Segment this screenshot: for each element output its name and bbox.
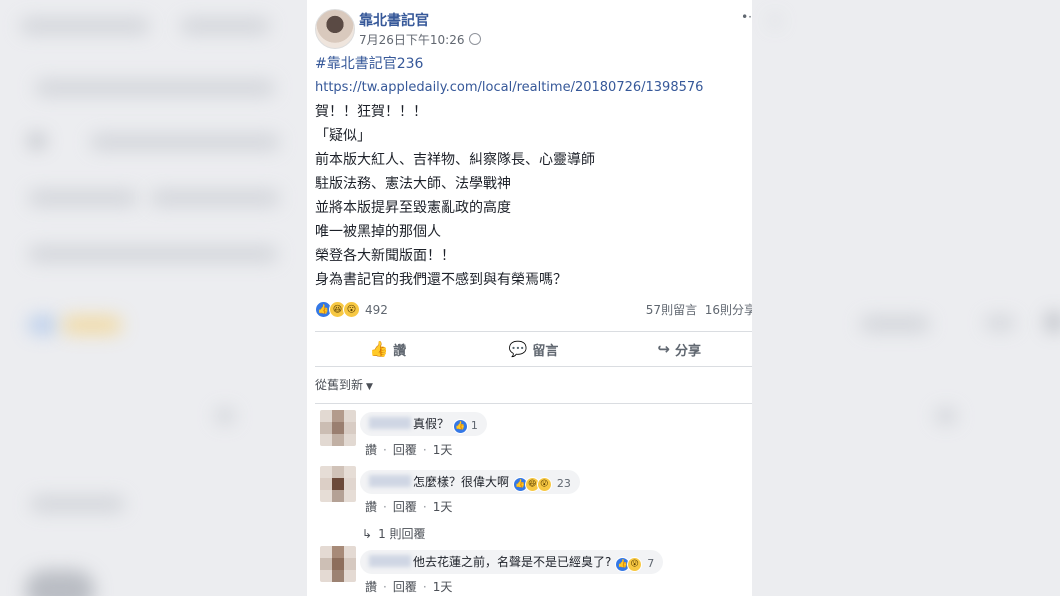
- thumbs-up-icon: 👍: [369, 340, 389, 358]
- wow-reaction-icon: 😮: [343, 301, 360, 318]
- comment-like-link[interactable]: 讚: [365, 500, 377, 514]
- comment-bubble: 真假？ 👍 1: [360, 412, 487, 436]
- comment-age[interactable]: 1天: [433, 443, 453, 457]
- comment-reply-link[interactable]: 回覆: [393, 500, 417, 514]
- comment-text: 真假？: [413, 417, 450, 431]
- speech-bubble-icon: 💬: [508, 340, 528, 358]
- comment-age[interactable]: 1天: [433, 500, 453, 514]
- view-replies-link[interactable]: ↳ 1 則回覆: [362, 525, 426, 542]
- comment-reply-link[interactable]: 回覆: [393, 580, 417, 594]
- blurred-commenter-name[interactable]: [369, 475, 411, 487]
- comment-reply-link[interactable]: 回覆: [393, 443, 417, 457]
- post-time-text[interactable]: 7月26日下午10:26: [359, 33, 465, 47]
- wow-reaction-icon: 😮: [627, 556, 643, 572]
- comment-meta: 讚 · 回覆 · 1天: [365, 443, 453, 457]
- post-link[interactable]: https://tw.appledaily.com/local/realtime…: [315, 76, 744, 100]
- comment-sort-dropdown[interactable]: 從舊到新 ▼: [315, 376, 373, 393]
- post-line: 前本版大紅人、吉祥物、糾察隊長、心靈導師: [315, 152, 595, 168]
- comment-count[interactable]: 57則留言: [646, 303, 697, 317]
- comment-bubble: 怎麼樣？很偉大啊 👍 😆 😮 23: [360, 470, 580, 494]
- commenter-avatar[interactable]: [320, 410, 356, 446]
- comment-bubble: 他去花蓮之前，名聲是不是已經臭了? 👍 😮 7: [360, 550, 664, 576]
- blurred-commenter-name[interactable]: [369, 417, 411, 429]
- share-label: 分享: [674, 343, 701, 359]
- share-arrow-icon: ↪: [657, 340, 670, 358]
- comment-button[interactable]: 💬 留言: [461, 332, 607, 366]
- post-line: 並將本版提昇至毀憲亂政的高度: [315, 200, 511, 216]
- wow-reaction-icon: 😮: [536, 476, 552, 492]
- post-card: 靠北書記官 7月26日下午10:26 •· #靠北書記官236 https://…: [307, 0, 752, 596]
- divider: [315, 403, 752, 404]
- share-count[interactable]: 16則分享: [705, 303, 752, 317]
- post-stats: 👍 😆 😮 492 57則留言 16則分享: [307, 298, 752, 324]
- post-line: 唯一被黑掉的那個人: [315, 224, 441, 240]
- like-label: 讚: [393, 343, 407, 359]
- comment-meta: 讚 · 回覆 · 1天: [365, 580, 453, 594]
- comment-reaction-count: 1: [470, 419, 478, 432]
- like-reaction-icon: 👍: [452, 418, 468, 434]
- replies-label: 1 則回覆: [378, 527, 426, 541]
- commenter-avatar[interactable]: [320, 466, 356, 502]
- blurred-commenter-name[interactable]: [369, 555, 411, 567]
- comment-reactions[interactable]: 👍 1: [452, 414, 478, 438]
- comment-reaction-count: 23: [556, 477, 571, 490]
- comment-text: 他去花蓮之前，名聲是不是已經臭了?: [413, 555, 612, 569]
- post-header: 靠北書記官 7月26日下午10:26 •·: [307, 0, 752, 52]
- post-line: 身為書記官的我們還不感到與有榮焉嗎？: [315, 272, 567, 288]
- comment-like-link[interactable]: 讚: [365, 580, 377, 594]
- post-line: 「疑似」: [315, 128, 371, 144]
- post-line: 賀！！狂賀！！！: [315, 104, 427, 120]
- more-options-icon[interactable]: •·: [741, 10, 752, 24]
- comment-label: 留言: [532, 343, 559, 359]
- comment-meta: 讚 · 回覆 · 1天: [365, 500, 453, 514]
- post-line: 榮登各大新聞版面！！: [315, 248, 455, 264]
- comment-reactions[interactable]: 👍 😆 😮 23: [512, 472, 571, 496]
- page-name[interactable]: 靠北書記官: [359, 10, 429, 30]
- reactions-summary[interactable]: 👍 😆 😮 492: [315, 301, 388, 318]
- globe-icon: [468, 33, 481, 45]
- sort-label: 從舊到新: [315, 378, 364, 392]
- comment-text: 怎麼樣？很偉大啊: [413, 475, 510, 489]
- comment-reaction-count: 7: [647, 557, 655, 570]
- commenter-avatar[interactable]: [320, 546, 356, 582]
- post-body: #靠北書記官236 https://tw.appledaily.com/loca…: [307, 52, 752, 292]
- reply-arrow-icon: ↳: [362, 527, 373, 541]
- comment-like-link[interactable]: 讚: [365, 443, 377, 457]
- like-button[interactable]: 👍 讚: [315, 332, 461, 366]
- share-button[interactable]: ↪ 分享: [606, 332, 752, 366]
- post-hashtag[interactable]: #靠北書記官236: [315, 52, 744, 76]
- post-line: 駐版法務、憲法大師、法學戰神: [315, 176, 511, 192]
- comment-reactions[interactable]: 👍 😮 7: [615, 552, 654, 576]
- post-actions: 👍 讚 💬 留言 ↪ 分享: [315, 331, 752, 367]
- page-avatar[interactable]: [315, 9, 355, 49]
- post-timestamp[interactable]: 7月26日下午10:26: [359, 31, 481, 48]
- caret-down-icon: ▼: [366, 382, 373, 392]
- comment-age[interactable]: 1天: [433, 580, 453, 594]
- reaction-count[interactable]: 492: [365, 303, 388, 317]
